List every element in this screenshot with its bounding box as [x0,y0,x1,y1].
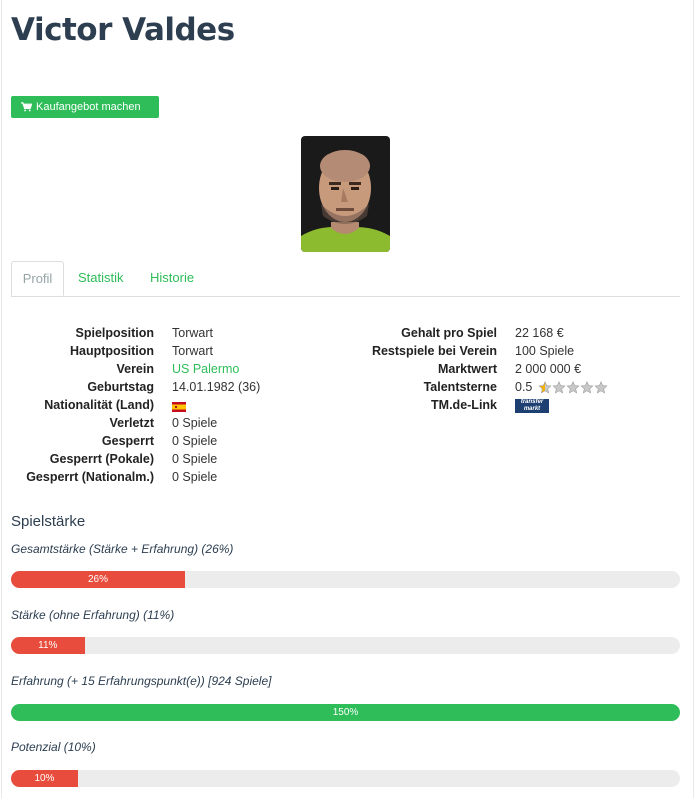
tab-profil[interactable]: Profil [11,261,64,296]
value-verletzt: 0 Spiele [172,416,218,430]
label-hauptposition: Hauptposition [69,344,154,358]
page-border-left [1,0,2,798]
label-nationalitaet: Nationalität (Land) [44,398,154,412]
value-gesperrt-nationalm: 0 Spiele [172,470,218,484]
progress-fill-erfahrung: 150% [11,704,680,721]
label-tm-link: TM.de-Link [431,398,497,412]
value-marktwert: 2 000 000 € [515,362,582,376]
label-verletzt: Verletzt [109,416,154,430]
progress-gesamtstaerke: 26% [11,571,680,588]
buy-offer-label: Kaufangebot machen [36,101,141,113]
star-icon [580,381,594,394]
value-hauptposition: Torwart [172,344,213,358]
value-spielposition: Torwart [172,326,213,340]
value-gesperrt: 0 Spiele [172,434,218,448]
tab-historie[interactable]: Historie [150,261,194,295]
value-nationalitaet [172,399,186,413]
bar-label-potenzial: Potenzial (10%) [11,740,96,754]
bar-label-staerke: Stärke (ohne Erfahrung) (11%) [11,608,175,622]
bar-label-gesamtstaerke: Gesamtstärke (Stärke + Erfahrung) (26%) [11,542,234,556]
label-marktwert: Marktwert [437,362,497,376]
label-gesperrt: Gesperrt [101,434,154,448]
tm-badge-line-1: transfer [520,399,544,405]
label-restspiele: Restspiele bei Verein [371,344,497,358]
label-geburtstag: Geburtstag [87,380,154,394]
value-gesperrt-pokale: 0 Spiele [172,452,218,466]
club-link[interactable]: US Palermo [172,362,239,376]
skills-heading: Spielstärke [11,513,86,530]
progress-fill-gesamtstaerke: 26% [11,571,185,588]
label-gesperrt-nationalm: Gesperrt (Nationalm.) [26,470,154,484]
progress-potenzial: 10% [11,770,680,787]
label-gehalt: Gehalt pro Spiel [401,326,497,340]
tm-badge-line-2: markt [523,406,541,412]
label-spielposition: Spielposition [75,326,154,340]
label-gesperrt-pokale: Gesperrt (Pokale) [49,452,154,466]
talent-stars-rating [538,381,608,394]
star-icon [566,381,580,394]
buy-offer-button[interactable]: Kaufangebot machen [11,96,159,118]
player-name-title: Victor Valdes [11,12,235,48]
progress-fill-staerke: 11% [11,637,85,654]
tab-statistik[interactable]: Statistik [78,261,124,295]
player-portrait [301,136,390,252]
star-icon [538,381,552,394]
star-icon [594,381,608,394]
profile-tabs: Profil Statistik Historie [11,261,680,297]
star-icon [552,381,566,394]
value-gehalt: 22 168 € [515,326,564,340]
label-talentsterne: Talentsterne [423,380,497,394]
progress-staerke: 11% [11,637,680,654]
progress-erfahrung: 150% [11,704,680,721]
shopping-cart-icon [21,102,32,112]
bar-label-erfahrung: Erfahrung (+ 15 Erfahrungspunkt(e)) [924… [11,674,272,688]
talent-stars-value: 0.5 [515,380,533,394]
progress-fill-potenzial: 10% [11,770,78,787]
page-border-right [693,0,694,798]
value-restspiele: 100 Spiele [515,344,575,358]
value-geburtstag: 14.01.1982 (36) [172,380,261,394]
spain-flag-icon [172,401,186,412]
transfermarkt-link-icon[interactable]: transfer markt [515,399,549,413]
label-verein: Verein [116,362,154,376]
value-talentsterne: 0.5 [515,380,608,394]
